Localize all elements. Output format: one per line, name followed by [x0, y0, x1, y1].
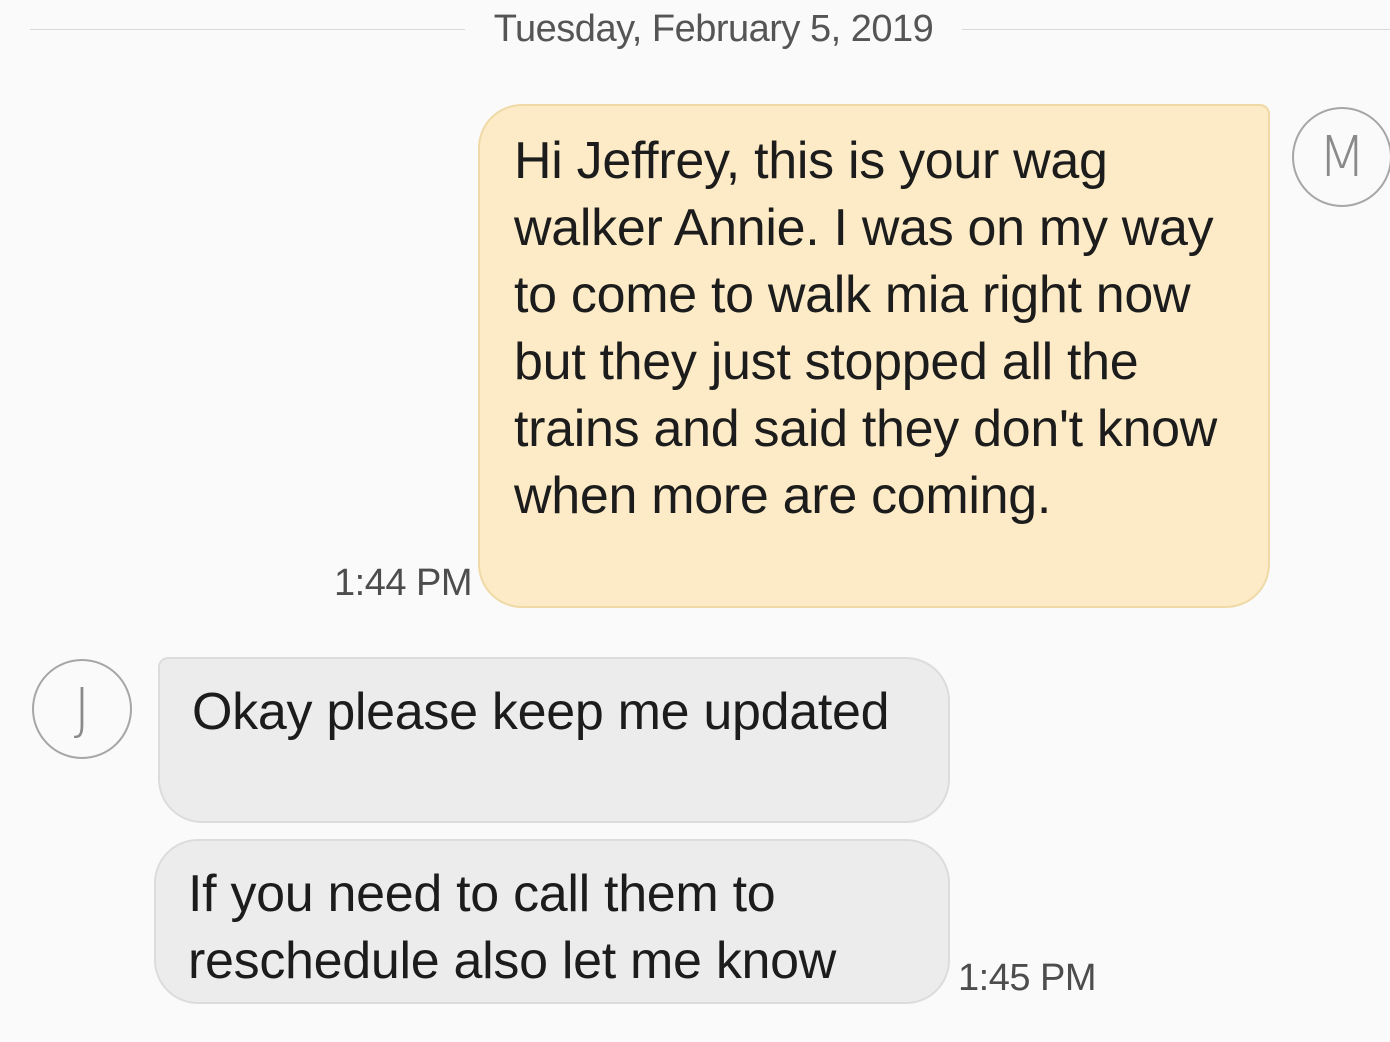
contact-avatar[interactable]: J	[32, 659, 132, 759]
date-label: Tuesday, February 5, 2019	[493, 8, 934, 50]
message-bubble-received[interactable]: Okay please keep me updated	[158, 657, 950, 823]
divider-line-right	[962, 29, 1390, 30]
message-text: Hi Jeffrey, this is your wag walker Anni…	[514, 132, 1218, 525]
message-bubble-sent[interactable]: Hi Jeffrey, this is your wag walker Anni…	[478, 104, 1270, 608]
sender-avatar[interactable]: M	[1292, 107, 1390, 207]
message-timestamp: 1:45 PM	[958, 957, 1097, 999]
message-text: If you need to call them to reschedule a…	[188, 865, 837, 990]
message-timestamp: 1:44 PM	[334, 562, 473, 604]
message-text: Okay please keep me updated	[192, 683, 890, 741]
divider-line-left	[30, 29, 465, 30]
message-bubble-received[interactable]: If you need to call them to reschedule a…	[154, 839, 950, 1004]
date-divider: Tuesday, February 5, 2019	[0, 0, 1390, 60]
